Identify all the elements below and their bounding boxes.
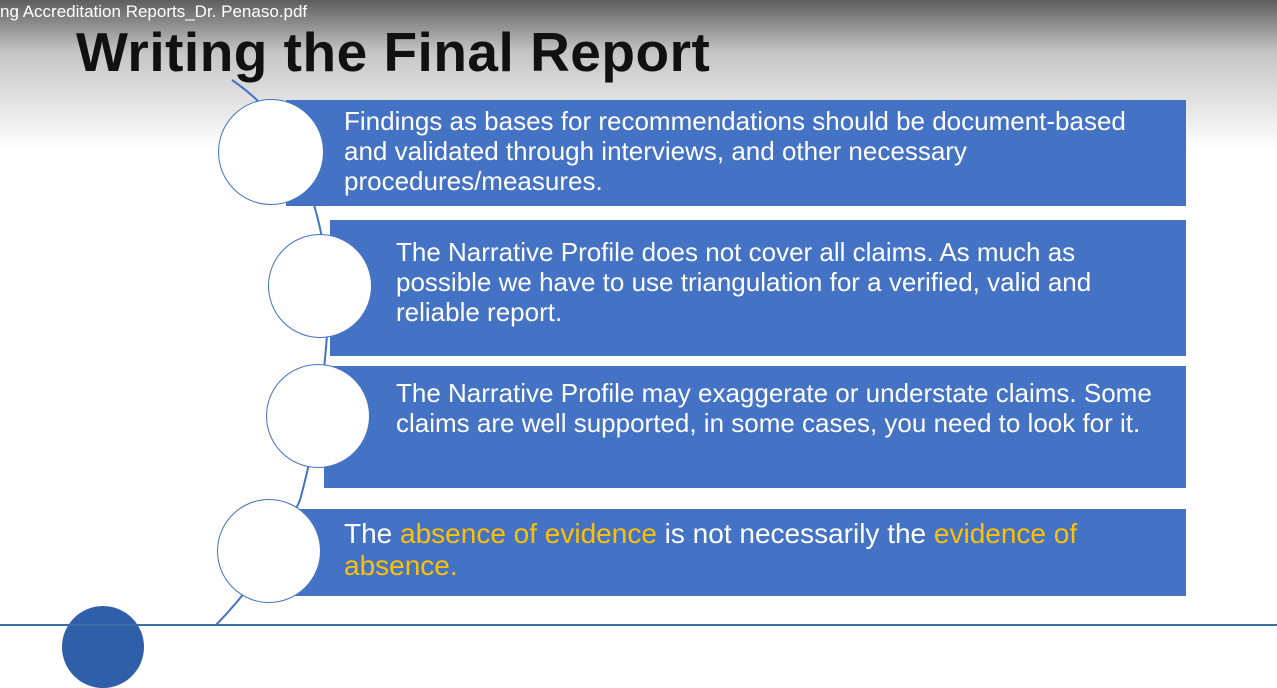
list-item-4: The absence of evidence is not necessari… (286, 509, 1186, 596)
item-4-text-b: is not necessarily the (656, 518, 934, 549)
list-item-3-circle (266, 364, 370, 468)
document-filename: ng Accreditation Reports_Dr. Penaso.pdf (0, 2, 308, 21)
list-item-2: The Narrative Profile does not cover all… (330, 220, 1186, 356)
list-item-4-text: The absence of evidence is not necessari… (344, 518, 1144, 582)
slide-title: Writing the Final Report (76, 21, 711, 83)
list-item-4-circle (217, 499, 321, 603)
list-item-3-text: The Narrative Profile may exaggerate or … (396, 378, 1152, 438)
item-4-text-a: The (344, 518, 401, 549)
list-item-1-circle (218, 99, 324, 205)
list-item-2-text: The Narrative Profile does not cover all… (396, 237, 1092, 327)
highlight-absence-of-evidence: absence of evidence (400, 518, 657, 549)
list-item-1: Findings as bases for recommendations sh… (286, 100, 1186, 206)
list-item-2-circle (268, 234, 372, 338)
list-item-3: The Narrative Profile may exaggerate or … (324, 366, 1186, 488)
list-item-1-text: Findings as bases for recommendations sh… (344, 106, 1126, 196)
slide-decoration-circle (62, 606, 144, 688)
